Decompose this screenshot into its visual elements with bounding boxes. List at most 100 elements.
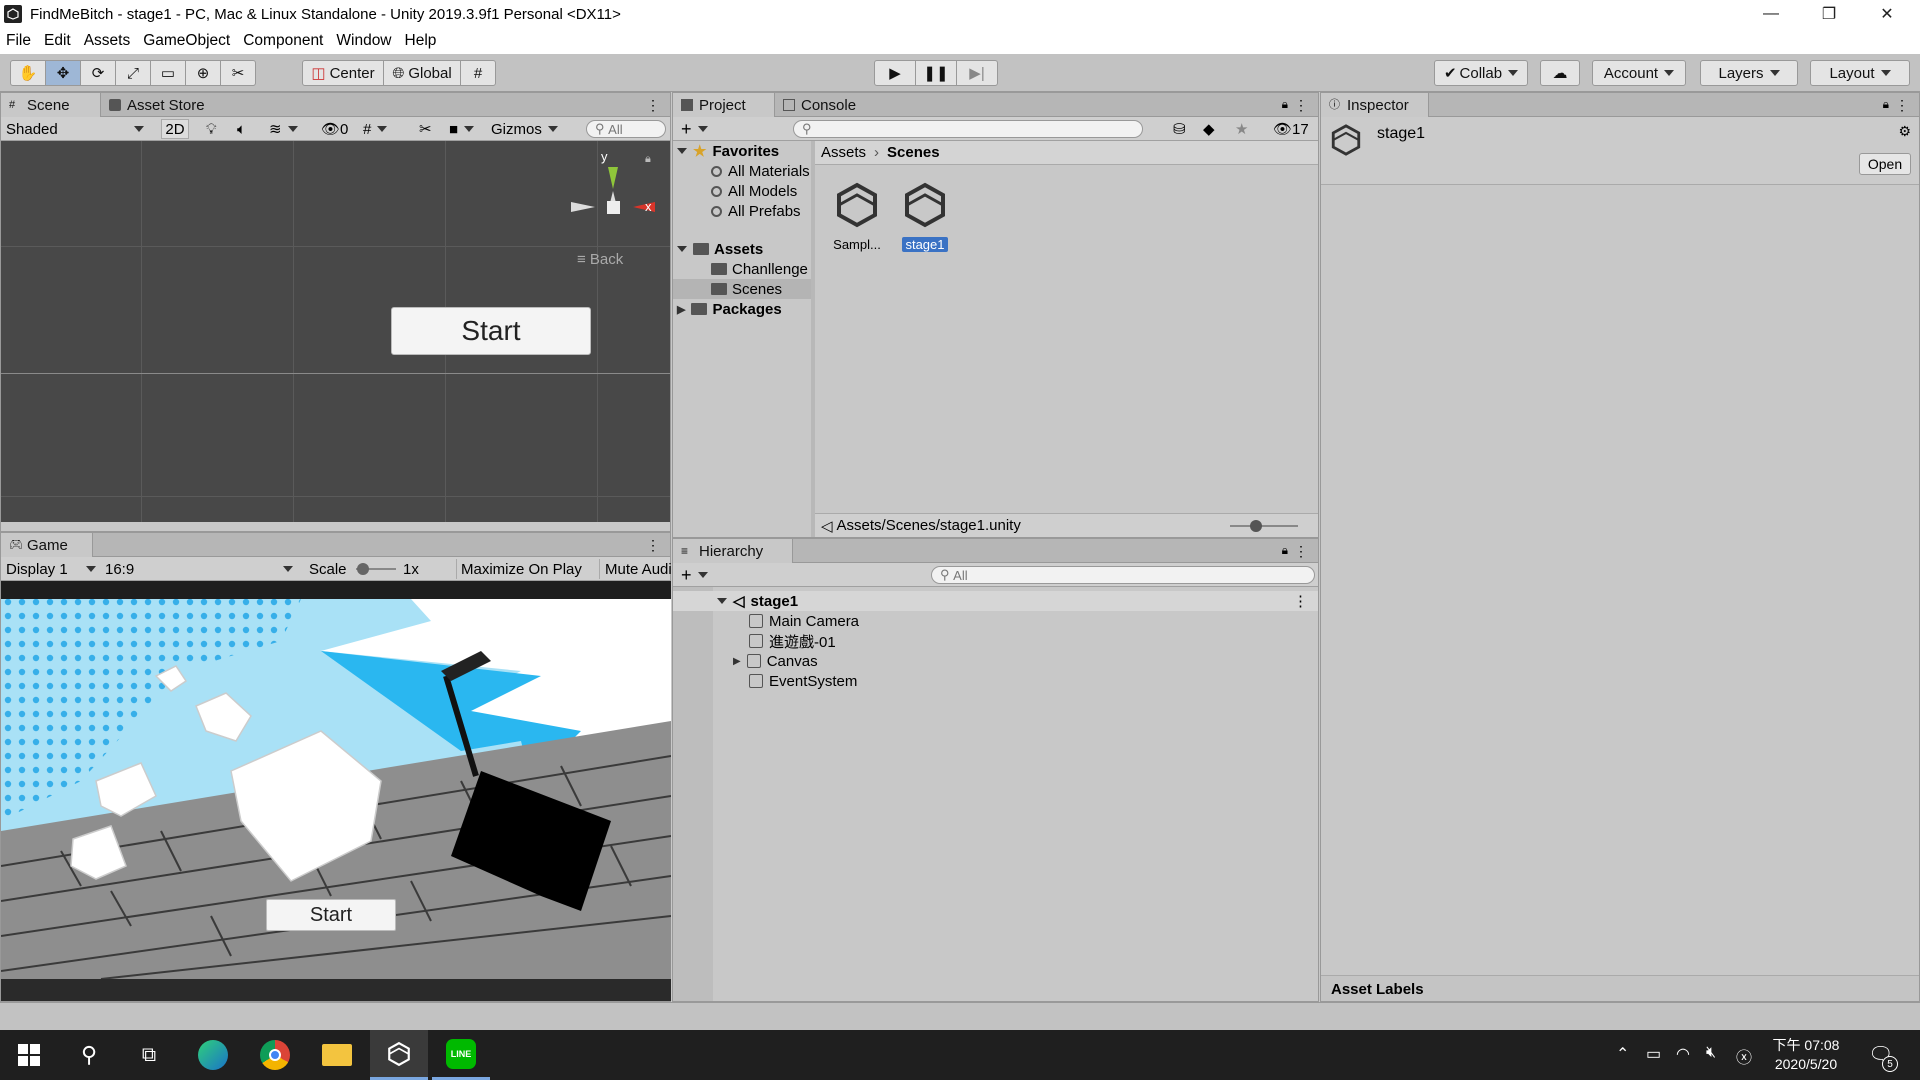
edge-button[interactable]	[184, 1030, 242, 1080]
custom-tool-button[interactable]: ✂	[220, 60, 256, 86]
hierarchy-item[interactable]: 進遊戲-01	[673, 631, 1318, 651]
gizmos-dropdown[interactable]: Gizmos	[491, 119, 558, 139]
network-icon[interactable]: ◠	[1676, 1044, 1690, 1064]
assets-node[interactable]: Assets	[673, 239, 811, 259]
notification-center-button[interactable]: 🗨︎ 5	[1868, 1042, 1898, 1072]
file-explorer-button[interactable]	[308, 1030, 366, 1080]
unity-taskbar-button[interactable]	[370, 1030, 428, 1080]
minimize-button[interactable]: —	[1742, 0, 1800, 28]
menu-edit[interactable]: Edit	[44, 32, 71, 50]
game-start-button[interactable]: Start	[266, 899, 396, 931]
panel-menu-icon[interactable]: ⋮	[646, 537, 660, 554]
battery-icon[interactable]: ▭	[1646, 1044, 1661, 1064]
project-search[interactable]: ⚲	[793, 120, 1143, 138]
orientation-gizmo[interactable]	[567, 151, 657, 241]
filter-label-button[interactable]: ◆	[1203, 119, 1215, 139]
game-viewport[interactable]: Start	[1, 581, 671, 1001]
hierarchy-item[interactable]: Main Camera	[673, 611, 1318, 631]
menu-assets[interactable]: Assets	[84, 32, 131, 50]
create-dropdown[interactable]: +	[681, 565, 708, 585]
cloud-button[interactable]: ☁	[1540, 60, 1580, 86]
scene-viewport[interactable]: y x 🔒︎ ≡ Back Start	[1, 141, 670, 522]
hidden-packages-toggle[interactable]: 👁︎ 17	[1273, 119, 1309, 139]
clock[interactable]: 下午 07:08 2020/5/20	[1766, 1036, 1846, 1074]
error-icon[interactable]: ⓧ	[1736, 1044, 1752, 1068]
row-menu-icon[interactable]: ⋮	[1293, 592, 1308, 610]
step-button[interactable]: ▶|	[956, 60, 998, 86]
asset-file[interactable]: Sampl...	[827, 181, 887, 252]
camera-dropdown[interactable]: ■	[449, 119, 475, 139]
menu-gameobject[interactable]: GameObject	[143, 32, 230, 50]
mute-audio-toggle[interactable]: Mute Audio	[599, 559, 671, 579]
scale-slider-handle[interactable]	[357, 563, 369, 575]
favorites-node[interactable]: ★ Favorites	[673, 141, 811, 161]
scene-search[interactable]: ⚲ All	[586, 120, 666, 138]
asset-file-selected[interactable]: stage1	[895, 181, 955, 253]
line-button[interactable]: LINE	[432, 1030, 490, 1080]
hierarchy-item[interactable]: ▶ Canvas	[673, 651, 1318, 671]
hierarchy-item[interactable]: EventSystem	[673, 671, 1318, 691]
breadcrumb-scenes[interactable]: Scenes	[887, 144, 940, 161]
visibility-toggle[interactable]: 👁︎ 0	[321, 119, 348, 139]
packages-node[interactable]: ▶ Packages	[673, 299, 811, 319]
start-button[interactable]	[0, 1030, 58, 1080]
lock-icon[interactable]: 🔒︎	[1282, 97, 1288, 112]
folder-item[interactable]: Chanllenge	[673, 259, 811, 279]
tab-inspector[interactable]: ⓘ Inspector	[1321, 93, 1429, 117]
icon-size-slider-handle[interactable]	[1250, 520, 1262, 532]
2d-toggle[interactable]: 2D	[161, 119, 189, 139]
tools-toggle[interactable]: ✂	[419, 119, 432, 139]
rotate-tool-button[interactable]: ⟳	[80, 60, 116, 86]
shading-dropdown[interactable]: Shaded	[6, 119, 148, 139]
favorite-item[interactable]: All Prefabs	[673, 201, 811, 221]
expand-arrow-icon[interactable]: ▶	[733, 656, 741, 667]
chrome-button[interactable]	[246, 1030, 304, 1080]
search-button[interactable]: ⚲	[60, 1030, 118, 1080]
open-button[interactable]: Open	[1859, 153, 1911, 175]
favorite-button[interactable]: ★	[1235, 119, 1248, 139]
lock-icon[interactable]: 🔒︎	[645, 153, 651, 166]
lock-icon[interactable]: 🔒︎	[1282, 543, 1288, 558]
tab-hierarchy[interactable]: ≡ Hierarchy	[673, 539, 793, 563]
view-label[interactable]: ≡ Back	[577, 251, 623, 268]
display-dropdown[interactable]: Display 1	[6, 559, 98, 579]
play-button[interactable]: ▶	[874, 60, 916, 86]
filter-type-button[interactable]: ⛁	[1173, 119, 1186, 139]
scale-tool-button[interactable]: ⤢	[115, 60, 151, 86]
tray-chevron-icon[interactable]: ⌃	[1616, 1044, 1629, 1064]
pivot-toggle[interactable]: ◫ Center	[302, 60, 384, 86]
pause-button[interactable]: ❚❚	[915, 60, 957, 86]
menu-window[interactable]: Window	[336, 32, 391, 50]
task-view-button[interactable]: ⧉	[120, 1030, 178, 1080]
menu-help[interactable]: Help	[405, 32, 437, 50]
menu-component[interactable]: Component	[243, 32, 323, 50]
space-toggle[interactable]: 🌐︎ Global	[383, 60, 461, 86]
scene-root-row[interactable]: ◁ stage1 ⋮	[673, 591, 1318, 611]
rect-tool-button[interactable]: ▭	[150, 60, 186, 86]
favorite-item[interactable]: All Materials	[673, 161, 811, 181]
tab-scene[interactable]: # Scene	[1, 93, 101, 117]
breadcrumb-assets[interactable]: Assets	[821, 144, 866, 161]
effects-toggle[interactable]: ≋	[269, 119, 298, 139]
volume-muted-icon[interactable]: 🔇︎	[1706, 1044, 1716, 1062]
panel-menu-icon[interactable]: ⋮	[1294, 97, 1308, 114]
collab-dropdown[interactable]: ✔ Collab	[1434, 60, 1528, 86]
close-button[interactable]: ✕	[1858, 0, 1916, 28]
panel-menu-icon[interactable]: ⋮	[1895, 97, 1909, 114]
panel-menu-icon[interactable]: ⋮	[646, 97, 660, 114]
split-divider[interactable]	[811, 141, 815, 537]
scene-start-button[interactable]: Start	[391, 307, 591, 355]
panel-menu-icon[interactable]: ⋮	[1294, 543, 1308, 560]
folder-item-selected[interactable]: Scenes	[673, 279, 811, 299]
asset-labels-header[interactable]: Asset Labels	[1321, 975, 1919, 1001]
grid-toggle[interactable]: #	[363, 119, 388, 139]
tab-game[interactable]: 🎮︎ Game	[1, 533, 93, 557]
favorite-item[interactable]: All Models	[673, 181, 811, 201]
icon-size-slider[interactable]	[1230, 525, 1298, 527]
transform-tool-button[interactable]: ⊕	[185, 60, 221, 86]
lock-icon[interactable]: 🔒︎	[1883, 97, 1889, 112]
layers-dropdown[interactable]: Layers	[1700, 60, 1798, 86]
layout-dropdown[interactable]: Layout	[1810, 60, 1910, 86]
menu-file[interactable]: File	[6, 32, 31, 50]
create-dropdown[interactable]: +	[681, 119, 708, 139]
